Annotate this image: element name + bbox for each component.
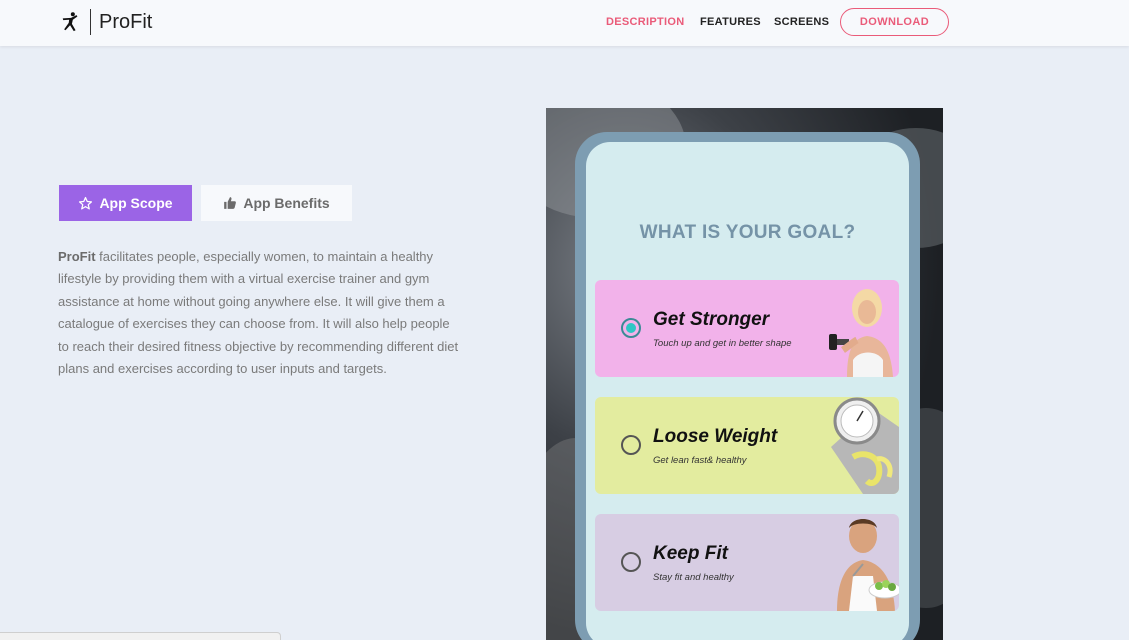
app-name: ProFit	[58, 249, 96, 264]
goal-title: WHAT IS YOUR GOAL?	[639, 222, 856, 243]
man-salad-image	[837, 519, 899, 611]
app-description: ProFit facilitates people, especially wo…	[58, 246, 464, 380]
phone-frame: WHAT IS YOUR GOAL? Get Stronger Touch up…	[575, 132, 920, 640]
goal-option-title: Keep Fit	[653, 543, 728, 564]
download-button[interactable]: DOWNLOAD	[840, 8, 949, 36]
nav-screens[interactable]: SCREENS	[774, 16, 829, 28]
tab-app-benefits-label: App Benefits	[243, 195, 330, 211]
tab-app-benefits[interactable]: App Benefits	[201, 185, 352, 221]
runner-icon	[62, 12, 78, 32]
goal-option-get-stronger[interactable]: Get Stronger Touch up and get in better …	[595, 280, 899, 377]
brand-name: ProFit	[99, 10, 153, 33]
navbar: ProFit DESCRIPTION FEATURES SCREENS DOWN…	[0, 0, 1129, 46]
radio-selected[interactable]	[621, 318, 641, 338]
tab-app-scope-label: App Scope	[99, 195, 173, 211]
star-icon	[79, 196, 93, 209]
browser-status-bar	[0, 632, 281, 640]
goal-option-title: Loose Weight	[653, 426, 778, 447]
woman-dumbbell-image	[829, 289, 893, 377]
goal-option-loose-weight[interactable]: Loose Weight Get lean fast& healthy	[595, 397, 899, 494]
goal-option-keep-fit[interactable]: Keep Fit Stay fit and healthy	[595, 514, 899, 611]
app-screenshot: WHAT IS YOUR GOAL? Get Stronger Touch up…	[546, 108, 943, 640]
brand-divider	[90, 9, 91, 35]
thumbs-up-icon	[224, 197, 237, 209]
phone-screen: WHAT IS YOUR GOAL? Get Stronger Touch up…	[586, 142, 909, 640]
goal-option-title: Get Stronger	[653, 309, 770, 330]
radio-unselected[interactable]	[621, 552, 641, 572]
goal-option-subtitle: Get lean fast& healthy	[653, 455, 747, 466]
description-text: facilitates people, especially women, to…	[58, 249, 459, 377]
goal-option-subtitle: Stay fit and healthy	[653, 572, 734, 583]
scale-tape-image	[831, 397, 899, 494]
tab-app-scope[interactable]: App Scope	[59, 185, 192, 221]
radio-unselected[interactable]	[621, 435, 641, 455]
nav-description[interactable]: DESCRIPTION	[606, 16, 684, 28]
brand-logo[interactable]: ProFit	[60, 9, 152, 35]
goal-option-subtitle: Touch up and get in better shape	[653, 338, 792, 349]
nav-features[interactable]: FEATURES	[700, 16, 761, 28]
